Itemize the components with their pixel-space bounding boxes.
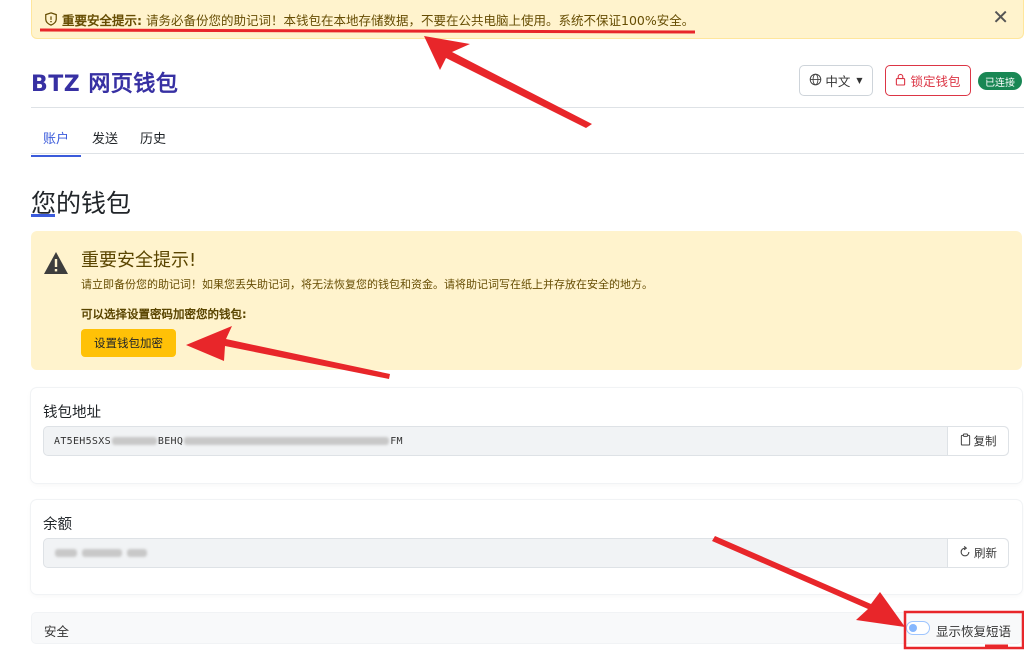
wallet-address-label: 钱包地址 xyxy=(43,405,101,421)
refresh-icon xyxy=(959,545,971,561)
language-select[interactable]: 中文 ▼ xyxy=(799,65,873,96)
redacted-segment xyxy=(82,549,122,557)
brand-title: BTZ 网页钱包 xyxy=(31,72,179,97)
wallet-address-field: AT5EH5SXS BEHQ FM 复制 xyxy=(43,426,1009,456)
tab-account[interactable]: 账户 xyxy=(31,122,82,157)
annotation-arrow xyxy=(424,36,592,128)
encryption-prompt: 可以选择设置密码加密您的钱包: xyxy=(81,307,247,321)
close-icon[interactable]: ✕ xyxy=(992,7,1009,27)
top-alert-message: 请务必备份您的助记词！本钱包在本地存储数据，不要在公共电脑上使用。系统不保证10… xyxy=(146,12,695,28)
redacted-segment xyxy=(127,549,147,557)
header-divider xyxy=(31,107,1024,108)
security-warning-card: 重要安全提示! 请立即备份您的助记词！如果您丢失助记词，将无法恢复您的钱包和资金… xyxy=(31,231,1022,370)
main-tabs: 账户 发送 历史 xyxy=(31,122,177,157)
set-encryption-button[interactable]: 设置钱包加密 xyxy=(81,329,176,357)
tab-send[interactable]: 发送 xyxy=(81,122,129,157)
wallet-address-value[interactable]: AT5EH5SXS BEHQ FM xyxy=(44,427,947,455)
balance-card: 余额 刷新 xyxy=(31,500,1022,594)
redacted-segment xyxy=(111,437,157,445)
balance-label: 余额 xyxy=(43,517,72,533)
top-security-alert: 重要安全提示: 请务必备份您的助记词！本钱包在本地存储数据，不要在公共电脑上使用… xyxy=(31,0,1024,39)
clipboard-icon xyxy=(960,433,971,449)
shield-icon xyxy=(44,12,58,26)
caret-down-icon: ▼ xyxy=(856,76,863,85)
refresh-button[interactable]: 刷新 xyxy=(947,539,1008,567)
redacted-segment xyxy=(55,549,77,557)
lock-wallet-label: 锁定钱包 xyxy=(910,74,961,89)
warning-triangle-icon xyxy=(43,251,69,275)
wallet-address-card: 钱包地址 AT5EH5SXS BEHQ FM 复制 xyxy=(31,388,1022,483)
tabs-divider xyxy=(31,153,1024,154)
balance-value xyxy=(44,539,947,567)
lock-wallet-button[interactable]: 锁定钱包 xyxy=(885,65,971,96)
globe-icon xyxy=(809,73,822,89)
title-underline xyxy=(31,214,55,217)
language-label: 中文 xyxy=(825,74,851,89)
top-alert-title: 重要安全提示: xyxy=(62,12,142,28)
refresh-label: 刷新 xyxy=(974,546,997,560)
toggle-knob xyxy=(909,624,917,632)
show-recovery-phrase-toggle[interactable] xyxy=(906,621,930,635)
status-badge: 已连接 xyxy=(978,72,1022,90)
balance-field: 刷新 xyxy=(43,538,1009,568)
tab-history[interactable]: 历史 xyxy=(129,122,177,157)
show-recovery-phrase-label: 显示恢复短语 xyxy=(936,624,1012,639)
security-label: 安全 xyxy=(44,624,70,639)
warning-title: 重要安全提示! xyxy=(81,250,197,271)
copy-label: 复制 xyxy=(973,434,997,448)
redacted-segment xyxy=(184,437,390,445)
warning-description: 请立即备份您的助记词！如果您丢失助记词，将无法恢复您的钱包和资金。请将助记词写在… xyxy=(81,278,653,291)
security-section: 安全 显示恢复短语 xyxy=(31,612,1022,644)
lock-icon xyxy=(895,73,906,89)
copy-button[interactable]: 复制 xyxy=(947,427,1008,455)
